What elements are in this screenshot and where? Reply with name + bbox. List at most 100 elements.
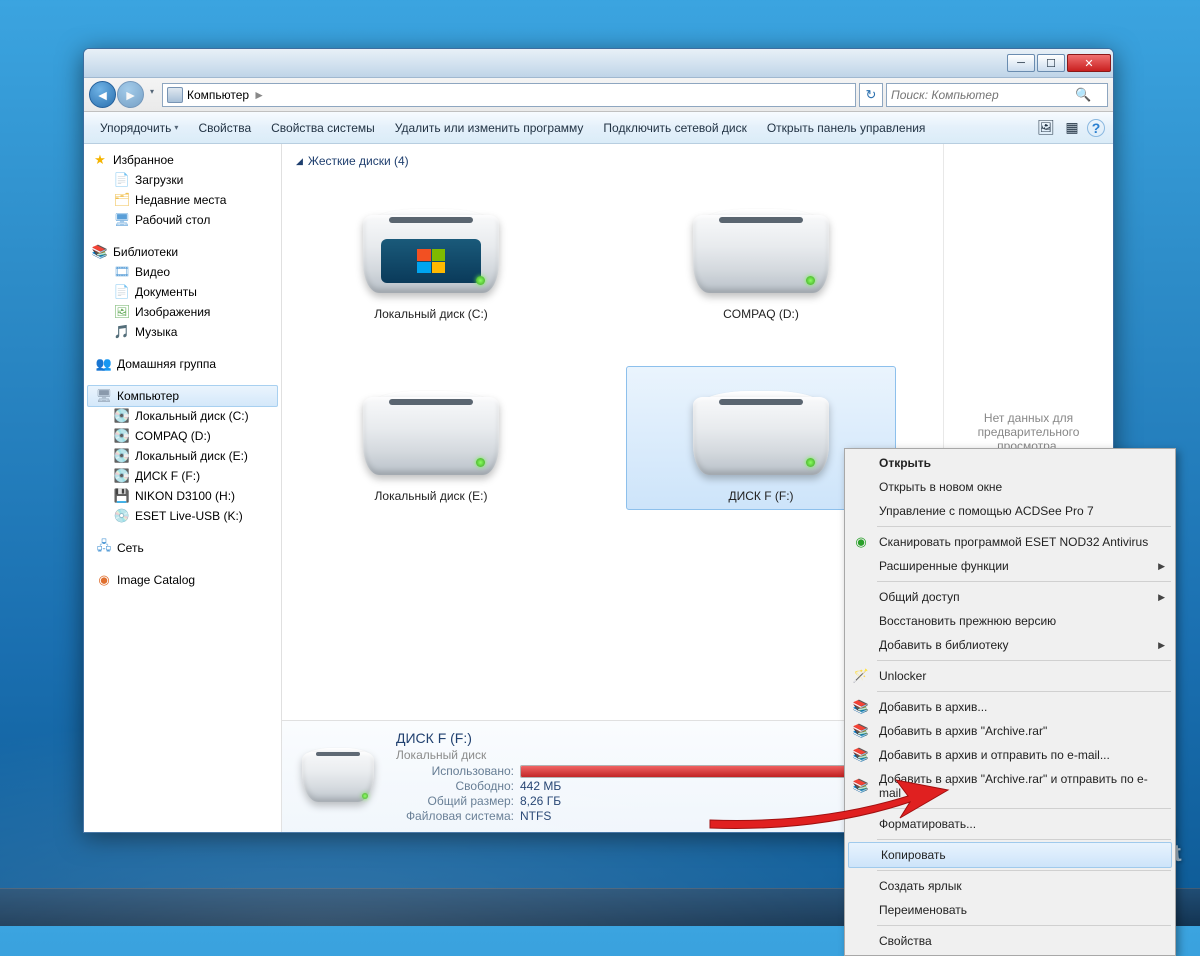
drive-tile-c[interactable]: Локальный диск (C:) (296, 184, 566, 328)
context-menu-item-label: Восстановить прежнюю версию (879, 614, 1056, 628)
system-properties-button[interactable]: Свойства системы (261, 115, 385, 141)
sidebar-item-pictures[interactable]: 🖼Изображения (84, 302, 281, 322)
breadcrumb-item[interactable]: Компьютер (187, 88, 249, 102)
drive-label: ДИСК F (F:) (728, 489, 793, 503)
command-bar: Упорядочить▾ Свойства Свойства системы У… (84, 112, 1113, 144)
homegroup-icon: 👥 (96, 356, 112, 372)
catalog-icon: ◉ (96, 572, 112, 588)
context-menu-item-icon: ◉ (853, 534, 869, 550)
search-box[interactable]: 🔍 (886, 83, 1108, 107)
context-menu-item[interactable]: 🪄Unlocker (847, 664, 1173, 688)
drive-icon: 💽 (114, 428, 130, 444)
drive-icon: 💽 (114, 408, 130, 424)
back-button[interactable]: ◄ (89, 81, 116, 108)
address-bar[interactable]: Компьютер ► (162, 83, 856, 107)
context-menu-item[interactable]: 📚Добавить в архив "Archive.rar" и отправ… (847, 767, 1173, 805)
context-menu-item[interactable]: Открыть в новом окне (847, 475, 1173, 499)
sidebar-item-desktop[interactable]: 🖥Рабочий стол (84, 210, 281, 230)
refresh-button[interactable]: ↻ (859, 83, 883, 107)
drive-icon: 💾 (114, 488, 130, 504)
navigation-pane[interactable]: ★Избранное 📄Загрузки 🗂Недавние места 🖥Ра… (84, 144, 282, 832)
help-button-icon[interactable]: ? (1087, 119, 1105, 137)
sidebar-item-documents[interactable]: 📄Документы (84, 282, 281, 302)
context-menu-separator (877, 870, 1171, 871)
properties-button[interactable]: Свойства (188, 115, 261, 141)
desktop-icon: 🖥 (114, 212, 130, 228)
sidebar-computer-header[interactable]: 🖥Компьютер (87, 385, 278, 407)
sidebar-favorites-header[interactable]: ★Избранное (84, 150, 281, 170)
context-menu-item[interactable]: Переименовать (847, 898, 1173, 922)
close-button[interactable]: ✕ (1067, 54, 1111, 72)
titlebar: ─ ☐ ✕ (84, 49, 1113, 78)
preview-pane-button[interactable]: ▦ (1061, 117, 1083, 139)
context-menu-item[interactable]: Расширенные функции▶ (847, 554, 1173, 578)
sidebar-item-downloads[interactable]: 📄Загрузки (84, 170, 281, 190)
context-menu-item-icon: 📚 (853, 723, 869, 739)
used-label: Использовано: (396, 764, 514, 778)
context-menu-item-label: Переименовать (879, 903, 967, 917)
drive-icon: 💽 (114, 448, 130, 464)
sidebar-drive-d[interactable]: 💽COMPAQ (D:) (84, 426, 281, 446)
sidebar-item-recent[interactable]: 🗂Недавние места (84, 190, 281, 210)
sidebar-drive-c[interactable]: 💽Локальный диск (C:) (84, 406, 281, 426)
context-menu-item-label: Свойства (879, 934, 932, 948)
context-menu-item[interactable]: 📚Добавить в архив и отправить по e-mail.… (847, 743, 1173, 767)
context-menu-item[interactable]: ◉Сканировать программой ESET NOD32 Antiv… (847, 530, 1173, 554)
maximize-button[interactable]: ☐ (1037, 54, 1065, 72)
drive-tile-e[interactable]: Локальный диск (E:) (296, 366, 566, 510)
view-mode-button[interactable]: 🖼 (1035, 117, 1057, 139)
fs-value: NTFS (520, 809, 551, 823)
context-menu-item-label: Расширенные функции (879, 559, 1009, 573)
context-menu-item[interactable]: 📚Добавить в архив... (847, 695, 1173, 719)
sidebar-drive-e[interactable]: 💽Локальный диск (E:) (84, 446, 281, 466)
video-icon: 🎞 (114, 264, 130, 280)
sidebar-libraries-header[interactable]: 📚Библиотеки (84, 242, 281, 262)
windows-flag-icon (417, 249, 445, 273)
context-menu-item[interactable]: Форматировать... (847, 812, 1173, 836)
sidebar-homegroup[interactable]: 👥Домашняя группа (84, 354, 281, 374)
sidebar-network[interactable]: 🖧Сеть (84, 538, 281, 558)
music-icon: 🎵 (114, 324, 130, 340)
map-drive-button[interactable]: Подключить сетевой диск (593, 115, 756, 141)
context-menu-item[interactable]: Свойства (847, 929, 1173, 953)
sidebar-item-music[interactable]: 🎵Музыка (84, 322, 281, 342)
breadcrumb-separator[interactable]: ► (253, 88, 265, 102)
sidebar-drive-k[interactable]: 💿ESET Live-USB (K:) (84, 506, 281, 526)
context-menu-item[interactable]: 📚 Добавить в архив "Archive.rar" (847, 719, 1173, 743)
sidebar-image-catalog[interactable]: ◉Image Catalog (84, 570, 281, 590)
uninstall-button[interactable]: Удалить или изменить программу (385, 115, 594, 141)
context-menu-separator (877, 581, 1171, 582)
context-menu-item[interactable]: Открыть (847, 451, 1173, 475)
context-menu-item-label: Добавить в архив "Archive.rar" (879, 724, 1047, 738)
context-menu-item[interactable]: Общий доступ▶ (847, 585, 1173, 609)
forward-button[interactable]: ► (117, 81, 144, 108)
total-label: Общий размер: (396, 794, 514, 808)
sidebar-drive-f[interactable]: 💽ДИСК F (F:) (84, 466, 281, 486)
group-header-hdd[interactable]: ◢Жесткие диски (4) (296, 154, 929, 168)
collapse-icon: ◢ (296, 156, 303, 167)
context-menu-item-label: Копировать (881, 848, 946, 862)
context-menu-item[interactable]: Добавить в библиотеку▶ (847, 633, 1173, 657)
context-menu-item[interactable]: Создать ярлык (847, 874, 1173, 898)
search-input[interactable] (891, 88, 1071, 102)
sidebar-item-videos[interactable]: 🎞Видео (84, 262, 281, 282)
context-menu-item-label: Форматировать... (879, 817, 976, 831)
submenu-arrow-icon: ▶ (1158, 592, 1165, 603)
context-menu-separator (877, 526, 1171, 527)
drive-tile-d[interactable]: COMPAQ (D:) (626, 184, 896, 328)
context-menu-item[interactable]: Управление с помощью ACDSee Pro 7 (847, 499, 1173, 523)
nav-row: ◄ ► ▾ Компьютер ► ↻ 🔍 (84, 78, 1113, 112)
computer-icon (167, 87, 183, 103)
context-menu-item[interactable]: Копировать (848, 842, 1172, 868)
minimize-button[interactable]: ─ (1007, 54, 1035, 72)
nav-history-dropdown[interactable]: ▾ (145, 81, 159, 101)
submenu-arrow-icon: ▶ (1158, 640, 1165, 651)
context-menu[interactable]: ОткрытьОткрыть в новом окнеУправление с … (844, 448, 1176, 956)
context-menu-item[interactable]: Восстановить прежнюю версию (847, 609, 1173, 633)
sidebar-drive-h[interactable]: 💾NIKON D3100 (H:) (84, 486, 281, 506)
computer-icon: 🖥 (96, 388, 112, 404)
drive-icon: 💽 (114, 468, 130, 484)
control-panel-button[interactable]: Открыть панель управления (757, 115, 936, 141)
organize-button[interactable]: Упорядочить▾ (90, 115, 188, 141)
context-menu-item-icon: 📚 (853, 778, 869, 794)
